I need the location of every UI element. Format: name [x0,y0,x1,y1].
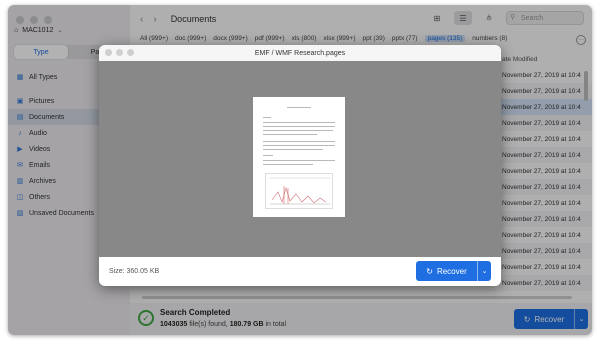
preview-figure [265,173,333,209]
preview-dialog: EMF / WMF Research.pages Size: 360.05 KB… [99,45,501,286]
recover-label: Recover [436,266,467,276]
dialog-window-controls[interactable] [105,49,134,56]
dialog-recover-button[interactable]: ↻ Recover ⌄ [416,261,491,281]
recover-button-content: ↻ Recover [416,267,477,276]
dialog-footer: Size: 360.05 KB ↻ Recover ⌄ [99,257,501,286]
chevron-down-icon[interactable]: ⌄ [477,261,491,281]
dialog-titlebar: EMF / WMF Research.pages [99,45,501,61]
file-size: Size: 360.05 KB [109,268,160,275]
preview-page [253,97,345,217]
document-preview [99,61,501,257]
dialog-title: EMF / WMF Research.pages [254,49,346,57]
refresh-icon: ↻ [426,266,433,276]
